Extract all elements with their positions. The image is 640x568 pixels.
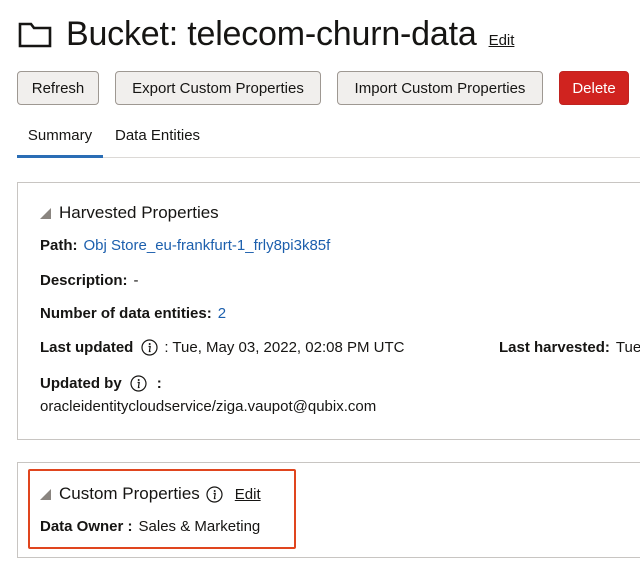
description-row: Description: -: [40, 272, 139, 289]
updated-by-row: Updated by :: [40, 375, 168, 392]
entities-row: Number of data entities: 2: [40, 305, 226, 322]
collapse-triangle-icon[interactable]: [40, 207, 51, 219]
last-updated-value: : Tue, May 03, 2022, 02:08 PM UTC: [164, 339, 405, 356]
harvested-properties-title: Harvested Properties: [59, 203, 219, 222]
last-harvested-label: Last harvested:: [499, 339, 610, 356]
info-icon[interactable]: [141, 339, 158, 356]
import-custom-properties-button[interactable]: Import Custom Properties: [337, 71, 543, 105]
entities-label: Number of data entities:: [40, 305, 212, 322]
info-icon[interactable]: [130, 375, 147, 392]
last-updated-row: Last updated : Tue, May 03, 2022, 02:08 …: [40, 339, 404, 356]
entities-count-link[interactable]: 2: [218, 305, 226, 322]
tab-summary[interactable]: Summary: [17, 118, 103, 158]
path-label: Path:: [40, 237, 78, 254]
highlight-box: [28, 469, 296, 549]
refresh-button[interactable]: Refresh: [17, 71, 99, 105]
title-edit-link[interactable]: Edit: [489, 32, 515, 49]
tab-bar: Summary Data Entities: [17, 118, 640, 158]
updated-by-value-row: oracleidentitycloudservice/ziga.vaupot@q…: [40, 398, 376, 415]
updated-by-value: oracleidentitycloudservice/ziga.vaupot@q…: [40, 398, 377, 415]
last-harvested-value: Tue,: [615, 339, 640, 356]
updated-by-separator: :: [156, 375, 162, 392]
last-harvested-row: Last harvested: Tue,: [499, 339, 640, 356]
page-header: Bucket: telecom-churn-data Edit: [18, 12, 514, 56]
page-title: Bucket: telecom-churn-data: [66, 14, 477, 53]
action-toolbar: Refresh Export Custom Properties Import …: [17, 71, 629, 105]
path-row: Path: Obj Store_eu-frankfurt-1_frly8pi3k…: [40, 237, 330, 254]
description-value: -: [133, 272, 139, 289]
updated-by-label: Updated by: [40, 375, 122, 392]
last-updated-label: Last updated: [40, 339, 134, 356]
export-custom-properties-button[interactable]: Export Custom Properties: [115, 71, 321, 105]
harvested-properties-header[interactable]: Harvested Properties: [40, 203, 219, 223]
path-link[interactable]: Obj Store_eu-frankfurt-1_frly8pi3k85f: [84, 237, 331, 254]
description-label: Description:: [40, 272, 128, 289]
tab-data-entities[interactable]: Data Entities: [103, 118, 210, 158]
delete-button[interactable]: Delete: [559, 71, 629, 105]
folder-icon: [18, 22, 52, 48]
